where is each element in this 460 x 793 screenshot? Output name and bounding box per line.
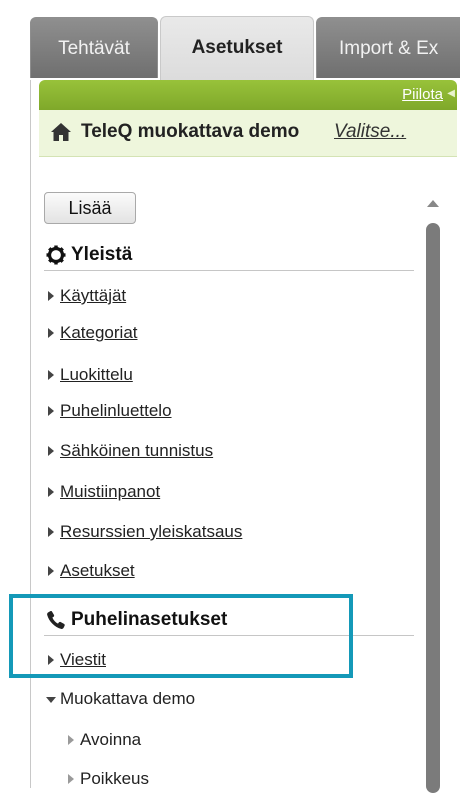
hide-link[interactable]: Piilota [402, 86, 443, 103]
panel-header-bar: Piilota ◀ [39, 80, 457, 110]
vertical-scrollbar[interactable] [425, 192, 441, 793]
tree-node-label: Muokattava demo [60, 689, 196, 708]
expand-arrow-icon [48, 328, 54, 338]
tab-tehtavat[interactable]: Tehtävät [30, 17, 158, 78]
expand-arrow-icon [48, 291, 54, 301]
expand-arrow-icon [68, 774, 74, 784]
gear-icon [46, 245, 66, 265]
tab-bar: Tehtävät Asetukset Import & Ex [0, 16, 460, 81]
tab-import-export[interactable]: Import & Ex [316, 17, 460, 78]
select-link[interactable]: Valitse... [334, 121, 406, 143]
nav-item-label[interactable]: Muistiinpanot [60, 482, 160, 502]
collapse-arrow-icon[interactable] [46, 697, 56, 703]
scrollbar-thumb[interactable] [426, 223, 440, 793]
expand-arrow-icon [48, 446, 54, 456]
expand-arrow-icon [68, 735, 74, 745]
nav-item-label[interactable]: Puhelinluettelo [60, 401, 172, 421]
home-icon [51, 123, 71, 141]
section-general-label: Yleistä [71, 244, 133, 265]
add-button[interactable]: Lisää [44, 192, 136, 224]
scroll-up-icon[interactable] [427, 200, 439, 207]
expand-arrow-icon [48, 370, 54, 380]
nav-item-label[interactable]: Käyttäjät [60, 286, 126, 306]
tab-asetukset[interactable]: Asetukset [160, 16, 314, 80]
highlight-box [9, 594, 353, 678]
expand-arrow-icon [48, 406, 54, 416]
tree-node-label[interactable]: Avoinna [80, 730, 141, 750]
settings-panel: Piilota ◀ TeleQ muokattava demo Valitse.… [30, 80, 460, 793]
tree-node-label[interactable]: Poikkeus [80, 769, 149, 789]
page-title: TeleQ muokattava demo [81, 121, 300, 142]
nav-item-label[interactable]: Kategoriat [60, 323, 138, 343]
panel-title-bar: TeleQ muokattava demo Valitse... [39, 110, 457, 157]
nav-item-label[interactable]: Asetukset [60, 561, 135, 581]
expand-arrow-icon [48, 527, 54, 537]
nav-item-label[interactable]: Sähköinen tunnistus [60, 441, 213, 461]
section-general: Yleistä [44, 242, 414, 271]
nav-item-label[interactable]: Resurssien yleiskatsaus [60, 522, 242, 542]
nav-item-label[interactable]: Luokittelu [60, 365, 133, 385]
expand-arrow-icon [48, 487, 54, 497]
caret-left-icon: ◀ [447, 88, 455, 99]
expand-arrow-icon [48, 566, 54, 576]
